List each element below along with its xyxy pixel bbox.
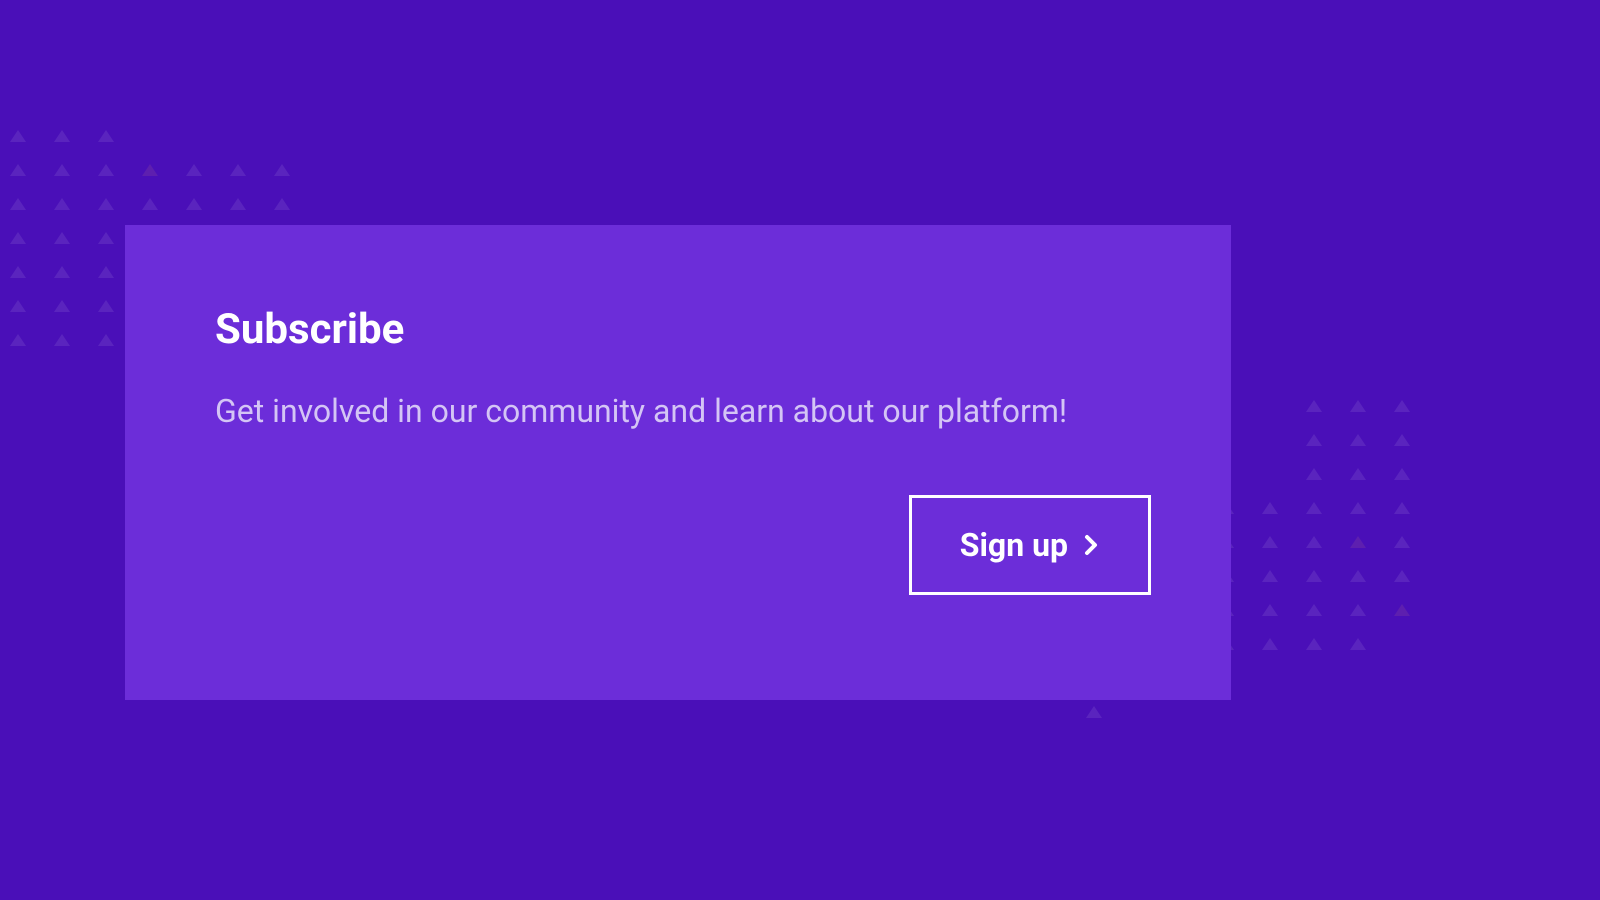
signup-button-label: Sign up: [960, 526, 1068, 564]
signup-button[interactable]: Sign up: [909, 495, 1151, 595]
card-description: Get involved in our community and learn …: [215, 389, 1141, 434]
chevron-right-icon: [1084, 533, 1100, 557]
subscribe-card: Subscribe Get involved in our community …: [125, 225, 1231, 700]
card-title: Subscribe: [215, 305, 1141, 354]
